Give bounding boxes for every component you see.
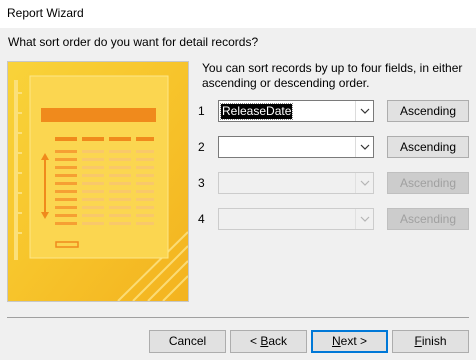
finish-button[interactable]: Finish [392,330,469,353]
cancel-button[interactable]: Cancel [149,330,226,353]
next-button-accesskey: N [331,334,341,348]
report-illustration-graphic [8,62,188,301]
sort-field-combo-1[interactable]: ReleaseDate [218,100,374,122]
window-title: Report Wizard [7,6,84,20]
chevron-down-icon [355,173,373,193]
sort-order-button-2[interactable]: Ascending [387,136,469,158]
sort-field-value[interactable]: ReleaseDate [219,103,294,120]
instructions-text: You can sort records by up to four field… [202,61,463,90]
sort-level-number: 2 [198,140,205,154]
back-button[interactable]: < Back [230,330,307,353]
sort-level-number: 3 [198,176,205,190]
sort-field-combo-4 [218,208,374,230]
finish-button-accesskey: F [414,334,422,348]
wizard-question: What sort order do you want for detail r… [8,35,259,49]
chevron-down-icon[interactable] [355,101,373,121]
footer-divider [7,317,469,318]
next-button-label: ext > [340,334,368,348]
finish-button-label: inish [421,334,447,348]
report-illustration [7,61,189,302]
chevron-down-icon [355,209,373,229]
sort-order-button-4: Ascending [387,208,469,230]
back-button-prefix: < [249,334,261,348]
title-bar: Report Wizard [0,0,476,28]
sort-order-button-3: Ascending [387,172,469,194]
sort-level-number: 1 [198,104,205,118]
sort-order-button-1[interactable]: Ascending [387,100,469,122]
chevron-down-icon[interactable] [355,137,373,157]
sort-level-number: 4 [198,212,205,226]
sort-field-combo-3 [218,172,374,194]
back-button-label: ack [268,334,288,348]
sort-field-combo-2[interactable] [218,136,374,158]
next-button[interactable]: Next > [311,330,388,353]
